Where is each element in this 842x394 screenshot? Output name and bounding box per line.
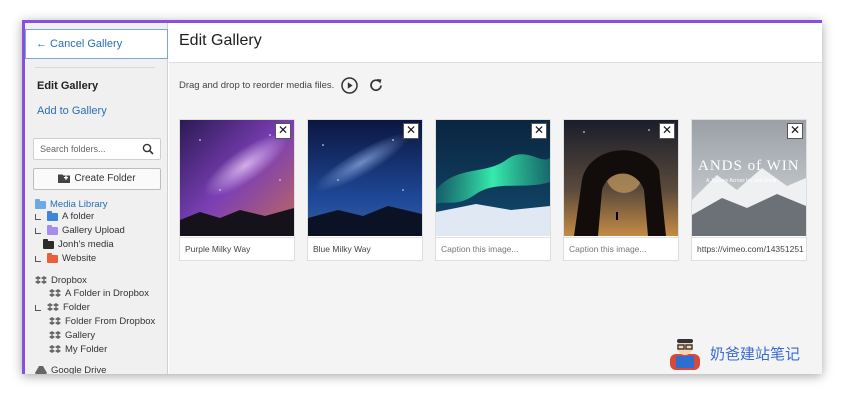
reorder-hint: Drag and drop to reorder media files.	[179, 80, 335, 91]
tree-label: Website	[62, 253, 97, 264]
remove-button[interactable]: ✕	[659, 123, 675, 139]
tree-google-drive[interactable]: Google Drive	[35, 365, 106, 374]
dropbox-icon	[35, 275, 47, 284]
dropbox-icon	[49, 316, 61, 325]
folder-icon	[47, 210, 58, 221]
tree-dropbox[interactable]: Dropbox	[35, 275, 87, 286]
tree-item-website[interactable]: Website	[35, 252, 97, 264]
tree-dropbox-item[interactable]: Gallery	[49, 330, 95, 341]
caption-field[interactable]: Purple Milky Way	[180, 237, 294, 260]
folder-icon	[35, 198, 46, 209]
tree-connector	[35, 304, 41, 311]
tree-connector	[35, 213, 41, 220]
video-title-text: ANDS of WIN	[698, 158, 800, 174]
tree-label: Dropbox	[51, 275, 87, 286]
caption-field[interactable]: Caption this image...	[564, 237, 678, 260]
caption-field[interactable]: https://vimeo.com/14351251	[692, 237, 806, 260]
watermark-text: 奶爸建站笔记	[710, 345, 801, 363]
media-card[interactable]: ✕ Caption this image...	[563, 119, 679, 261]
tree-connector	[35, 255, 41, 262]
create-folder-button[interactable]: Create Folder	[33, 168, 161, 190]
dropbox-icon	[47, 302, 59, 311]
tree-dropbox-item[interactable]: A Folder in Dropbox	[49, 288, 149, 299]
divider	[35, 67, 155, 68]
tree-label: Media Library	[50, 199, 108, 210]
video-subtitle-text: A Journey Across Ice and Snow	[706, 178, 777, 184]
menu-add-to-gallery[interactable]: Add to Gallery	[37, 105, 107, 117]
main-header: Edit Gallery	[169, 23, 822, 63]
tree-label: A Folder in Dropbox	[65, 288, 149, 299]
media-card[interactable]: ✕ Purple Milky Way	[179, 119, 295, 261]
remove-button[interactable]: ✕	[403, 123, 419, 139]
reload-icon[interactable]	[368, 77, 384, 94]
cancel-gallery-button[interactable]: ← Cancel Gallery	[25, 29, 168, 59]
tree-label: Google Drive	[51, 365, 107, 374]
tree-connector	[35, 227, 41, 234]
play-icon[interactable]	[341, 77, 358, 94]
folder-plus-icon	[58, 174, 71, 184]
folder-icon	[47, 224, 58, 235]
tree-label: Folder From Dropbox	[65, 316, 156, 327]
tree-label: A folder	[62, 211, 95, 222]
search-icon[interactable]	[142, 143, 154, 155]
media-card[interactable]: ✕ Caption this image...	[435, 119, 551, 261]
avatar-icon	[670, 339, 700, 370]
dropbox-icon	[49, 288, 61, 297]
tree-item-jonhs-media[interactable]: Jonh's media	[43, 238, 114, 250]
media-card[interactable]: ✕ Blue Milky Way	[307, 119, 423, 261]
tree-dropbox-item[interactable]: Folder	[35, 302, 90, 313]
tree-label: Folder	[63, 302, 90, 313]
remove-button[interactable]: ✕	[787, 123, 803, 139]
google-drive-icon	[35, 365, 47, 374]
tree-label: My Folder	[65, 344, 108, 355]
create-folder-label: Create Folder	[74, 173, 136, 184]
dropbox-icon	[49, 344, 61, 353]
page-title: Edit Gallery	[179, 32, 262, 49]
folder-icon	[43, 238, 54, 249]
tree-item-gallery-upload[interactable]: Gallery Upload	[35, 224, 125, 236]
tree-media-library[interactable]: Media Library	[35, 198, 108, 210]
caption-field[interactable]: Caption this image...	[436, 237, 550, 260]
remove-button[interactable]: ✕	[275, 123, 291, 139]
folder-icon	[47, 252, 58, 263]
tree-label: Gallery	[65, 330, 96, 341]
remove-button[interactable]: ✕	[531, 123, 547, 139]
tree-item-a-folder[interactable]: A folder	[35, 210, 95, 222]
menu-edit-gallery[interactable]: Edit Gallery	[37, 80, 98, 92]
tree-dropbox-item[interactable]: Folder From Dropbox	[49, 316, 155, 327]
app-window: ← Cancel Gallery Edit Gallery Add to Gal…	[22, 20, 822, 374]
tree-dropbox-item[interactable]: My Folder	[49, 344, 107, 355]
media-card[interactable]: ANDS of WIN A Journey Across Ice and Sno…	[691, 119, 807, 261]
tree-label: Gallery Upload	[62, 225, 125, 236]
dropbox-icon	[49, 330, 61, 339]
watermark: 奶爸建站笔记	[666, 334, 800, 372]
main-panel: Edit Gallery Drag and drop to reorder me…	[169, 23, 822, 374]
caption-field[interactable]: Blue Milky Way	[308, 237, 422, 260]
sidebar: ← Cancel Gallery Edit Gallery Add to Gal…	[22, 23, 168, 374]
folder-search[interactable]: Search folders...	[33, 138, 161, 160]
search-input[interactable]: Search folders...	[40, 144, 106, 154]
tree-label: Jonh's media	[58, 239, 114, 250]
